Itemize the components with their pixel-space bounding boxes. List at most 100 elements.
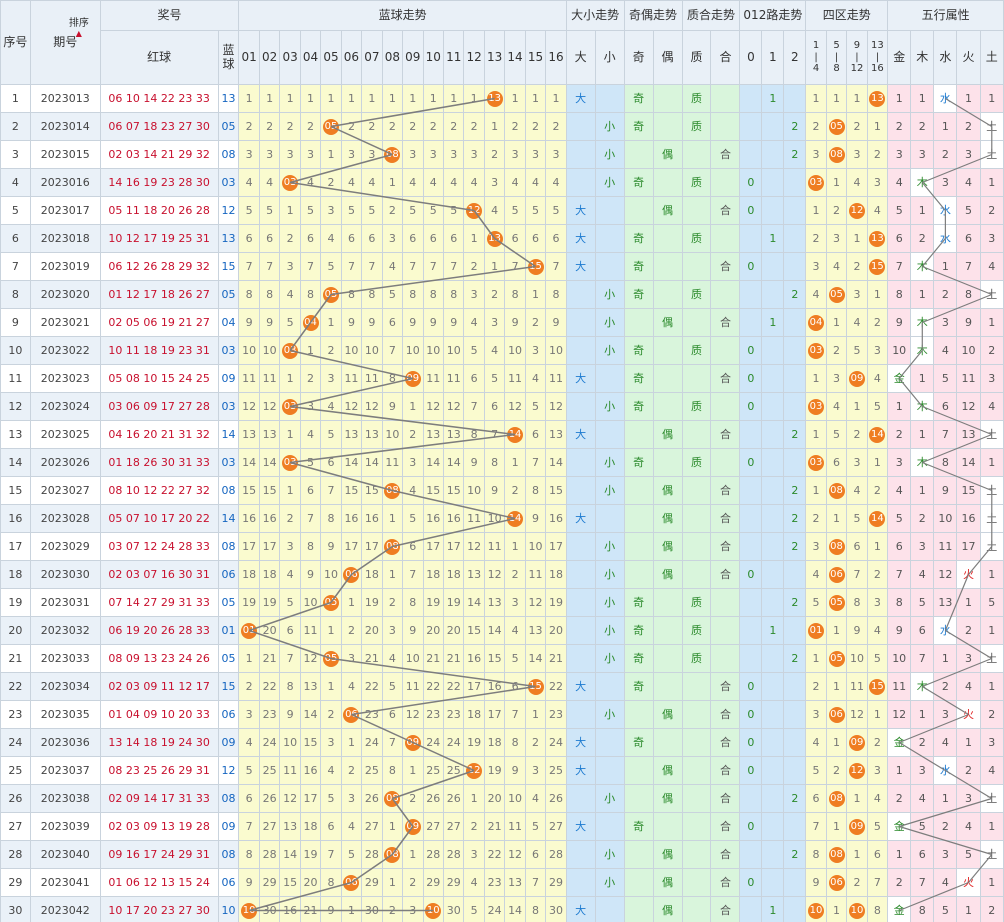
row-blue-ball: 05 — [217, 112, 240, 141]
row-red-balls: 02 03 14 21 29 32 — [99, 140, 219, 169]
blue-miss-count: 1 — [463, 784, 485, 813]
size-cell: 小 — [594, 868, 625, 897]
blue-miss-count: 18 — [238, 560, 260, 589]
blue-miss-count: 2 — [463, 252, 485, 281]
row-blue-ball: 06 — [217, 700, 240, 729]
table-row: 25 2023037 08 23 25 26 29 31 12 5 25 11 16 4 2 25 8… — [0, 756, 1004, 785]
blue-miss-count: 1 — [361, 84, 383, 113]
blue-miss-count: 12 — [483, 560, 506, 589]
zone-hit-ball: 13 — [869, 230, 886, 247]
pc-cell: 合 — [710, 532, 741, 561]
col-zone-1: 5 | 8 — [825, 30, 848, 85]
wx-cell: 2 — [933, 812, 958, 841]
blue-miss-count: 10 — [340, 336, 363, 365]
blue-miss-count: 2 — [340, 616, 363, 645]
wx-cell: 2 — [979, 336, 1004, 365]
lottery-trend-chart: 序号 期号 排序 ▲ 奖号 蓝球走势 大小走势 奇偶走势 质合走势 012路走势 四… — [0, 0, 1004, 922]
blue-miss-count: 20 — [361, 616, 383, 645]
blue-miss-count: 27 — [442, 812, 465, 841]
blue-miss-count: 27 — [422, 812, 444, 841]
blue-miss-count: 11 — [299, 616, 322, 645]
blue-miss-count: 6 — [238, 224, 260, 253]
pc-cell: 合 — [710, 700, 741, 729]
blue-miss-count: 3 — [238, 700, 260, 729]
blue-miss-count: 10 — [463, 476, 485, 505]
blue-miss-count: 5 — [320, 252, 342, 281]
zone-hit-ball: 06 — [828, 874, 845, 891]
oe-cell: 奇 — [623, 252, 654, 281]
size-cell — [565, 140, 596, 169]
wx-cell: 1 — [910, 364, 935, 393]
blue-miss-count: 23 — [442, 700, 465, 729]
r012-cell — [739, 280, 763, 309]
blue-miss-count: 17 — [258, 532, 281, 561]
wx-cell: 4 — [910, 560, 935, 589]
r012-cell — [739, 420, 763, 449]
row-seq: 12 — [0, 392, 31, 421]
oe-cell — [623, 784, 654, 813]
blue-miss-count: 2 — [238, 672, 260, 701]
size-cell: 小 — [594, 392, 625, 421]
blue-miss-count: 29 — [545, 868, 567, 897]
row-blue-ball: 08 — [217, 140, 240, 169]
wx-cell: 1 — [887, 840, 912, 869]
col-wx-0: 金 — [887, 30, 912, 85]
blue-miss-count: 27 — [361, 812, 383, 841]
zone-miss-count: 2 — [866, 560, 889, 589]
blue-miss-count: 12 — [258, 392, 281, 421]
sort-button[interactable]: 排序 ▲ — [69, 18, 89, 38]
blue-miss-count: 7 — [402, 560, 424, 589]
blue-miss-count: 1 — [463, 224, 485, 253]
row-red-balls: 02 09 14 17 31 33 — [99, 784, 219, 813]
blue-miss-count: 5 — [299, 196, 322, 225]
size-cell — [594, 420, 625, 449]
oe-cell — [623, 140, 654, 169]
blue-miss-count: 5 — [320, 420, 342, 449]
wx-cell: 7 — [956, 252, 981, 281]
row-red-balls: 09 16 17 24 29 31 — [99, 840, 219, 869]
blue-miss-count: 14 — [422, 448, 444, 477]
size-cell — [565, 336, 596, 365]
zone-hit-cell: 03 — [805, 168, 827, 197]
blue-miss-count: 26 — [361, 784, 383, 813]
col-blue-08: 08 — [381, 30, 404, 85]
row-red-balls: 01 18 26 30 31 33 — [99, 448, 219, 477]
wx-cell: 11 — [956, 364, 981, 393]
table-row: 4 2023016 14 16 19 23 28 30 03 4 4 03 4 2 4 4 1 4 4 4 4… — [0, 168, 1004, 197]
blue-hit-cell: 13 — [483, 84, 506, 113]
table-row: 16 2023028 05 07 10 17 20 22 14 16 16 2 7 8 16 16 1… — [0, 504, 1004, 533]
row-blue-ball: 08 — [217, 532, 240, 561]
r012-cell — [739, 112, 763, 141]
pc-cell: 质 — [681, 168, 712, 197]
blue-miss-count: 2 — [402, 868, 424, 897]
wx-hit-cell: 土 — [979, 280, 1004, 309]
wx-cell: 8 — [933, 448, 958, 477]
blue-miss-count: 1 — [402, 840, 424, 869]
col-pc-1: 合 — [710, 30, 741, 85]
wx-cell: 4 — [979, 756, 1004, 785]
blue-miss-count: 11 — [258, 364, 281, 393]
blue-miss-count: 6 — [463, 364, 485, 393]
zone-miss-count: 12 — [846, 700, 868, 729]
blue-miss-count: 10 — [504, 784, 526, 813]
blue-miss-count: 21 — [258, 644, 281, 673]
wx-cell: 4 — [956, 672, 981, 701]
blue-miss-count: 23 — [361, 700, 383, 729]
wx-cell: 9 — [887, 308, 912, 337]
blue-miss-count: 14 — [258, 448, 281, 477]
zone-hit-ball: 12 — [848, 762, 865, 779]
wx-cell: 1 — [933, 252, 958, 281]
oe-cell: 奇 — [623, 672, 654, 701]
blue-miss-count: 1 — [483, 252, 506, 281]
blue-miss-count: 11 — [504, 812, 526, 841]
oe-cell — [623, 420, 654, 449]
wx-cell: 3 — [887, 448, 912, 477]
size-cell — [565, 112, 596, 141]
blue-miss-count: 8 — [381, 756, 404, 785]
blue-miss-count: 12 — [340, 392, 363, 421]
blue-miss-count: 14 — [545, 448, 567, 477]
r012-cell — [783, 560, 807, 589]
blue-miss-count: 12 — [545, 392, 567, 421]
blue-hit-ball: 14 — [507, 510, 524, 527]
blue-miss-count: 3 — [340, 784, 363, 813]
